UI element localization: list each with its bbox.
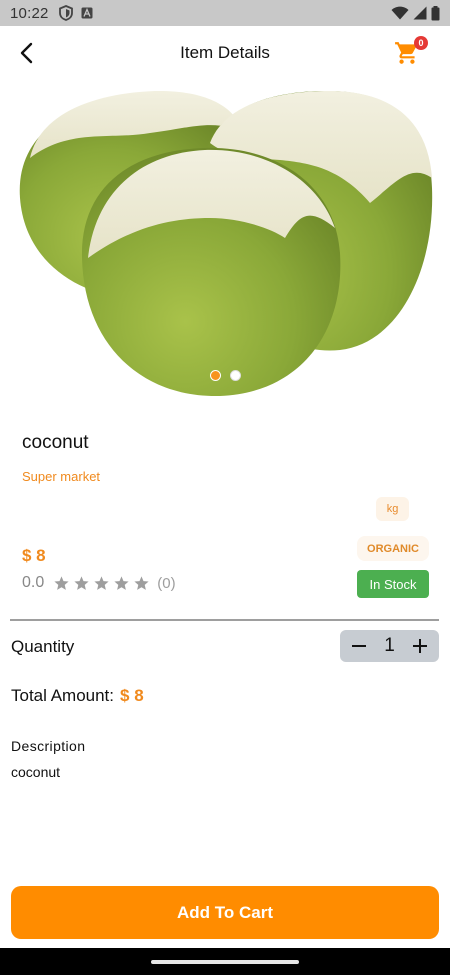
carousel-indicator	[0, 370, 450, 381]
description-title: Description	[11, 738, 86, 754]
status-bar: 10:22	[0, 0, 450, 26]
page-title: Item Details	[180, 43, 270, 62]
minus-icon	[352, 645, 366, 647]
organic-tag: ORGANIC	[357, 536, 429, 561]
arrow-back-icon	[20, 42, 33, 64]
signal-icon	[413, 6, 427, 20]
status-system-icons	[391, 5, 440, 21]
section-divider	[10, 619, 439, 621]
home-indicator[interactable]	[151, 959, 299, 964]
quantity-stepper: 1	[340, 630, 439, 662]
status-time: 10:22	[10, 4, 49, 22]
star-icon	[74, 575, 89, 590]
system-nav-bar	[0, 948, 450, 975]
app-bar: Item Details 0	[0, 26, 450, 80]
rating-value: 0.0	[22, 574, 45, 591]
plus-icon	[412, 639, 427, 653]
product-name: coconut	[22, 432, 89, 453]
total-amount-row: Total Amount: $ 8	[11, 686, 144, 706]
star-icon	[54, 575, 69, 590]
rating-count: (0)	[157, 574, 176, 592]
star-icon	[134, 575, 149, 590]
unit-chip: kg	[376, 497, 409, 521]
quantity-value: 1	[384, 635, 395, 656]
carousel-dot-1[interactable]	[209, 370, 221, 381]
app-notification-icon	[81, 7, 93, 19]
increment-button[interactable]	[409, 635, 431, 657]
product-image-carousel[interactable]	[0, 88, 450, 398]
shield-icon	[58, 5, 73, 21]
battery-icon	[431, 5, 440, 20]
cart-count-badge: 0	[414, 36, 428, 50]
quantity-label: Quantity	[11, 637, 75, 656]
wifi-icon	[391, 6, 409, 20]
decrement-button[interactable]	[348, 635, 370, 657]
carousel-dot-2[interactable]	[229, 370, 241, 381]
back-button[interactable]	[12, 39, 40, 67]
add-to-cart-button[interactable]: Add To Cart	[11, 886, 439, 939]
coconut-front	[81, 147, 341, 397]
total-amount-label: Total Amount:	[11, 686, 115, 705]
status-notification-icons	[58, 5, 93, 21]
star-icon	[114, 575, 129, 590]
product-price: $ 8	[22, 546, 46, 565]
stock-status-badge: In Stock	[357, 570, 429, 598]
star-icon	[94, 575, 109, 590]
store-name[interactable]: Super market	[22, 469, 100, 484]
product-image	[19, 90, 433, 397]
description-text: coconut	[11, 764, 61, 780]
rating-row: 0.0 (0)	[22, 574, 176, 592]
total-amount-value: $ 8	[120, 686, 144, 705]
